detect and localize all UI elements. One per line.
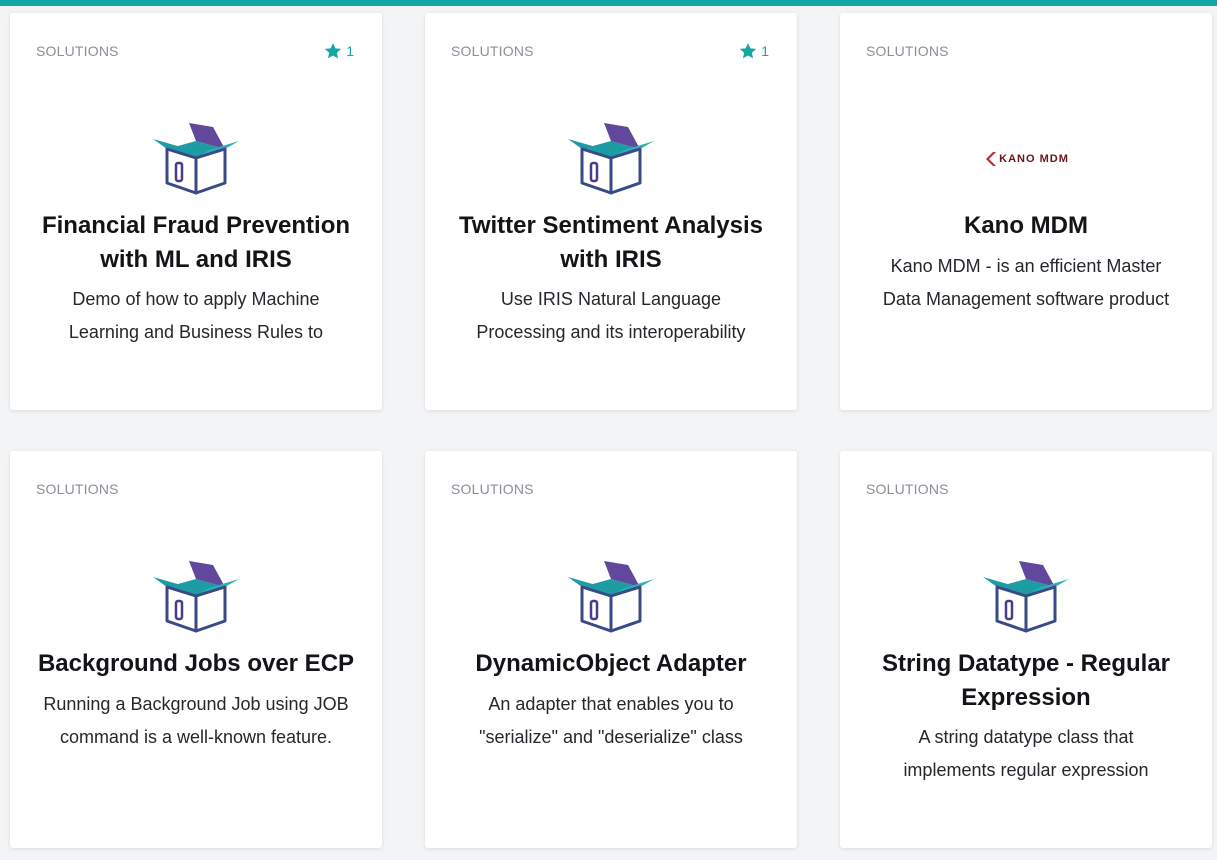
package-card[interactable]: SOLUTIONS DynamicObject Adapter An adapt…	[425, 451, 797, 848]
package-logo: KANO MDM	[840, 121, 1212, 197]
star-rating[interactable]: 1	[738, 41, 769, 61]
package-logo	[10, 121, 382, 197]
kano-mdm-logo: KANO MDM	[983, 151, 1069, 167]
category-label: SOLUTIONS	[36, 481, 119, 497]
package-box-icon	[153, 123, 239, 195]
star-icon	[325, 43, 342, 59]
category-label: SOLUTIONS	[866, 481, 949, 497]
package-logo	[840, 559, 1212, 635]
package-logo	[425, 559, 797, 635]
package-box-icon	[568, 561, 654, 633]
package-box-icon	[153, 561, 239, 633]
package-box-icon	[983, 561, 1069, 633]
package-card[interactable]: SOLUTIONS 1 Financial Fraud Prevention w…	[10, 13, 382, 410]
package-description: Kano MDM - is an efficient Master Data M…	[882, 256, 1170, 309]
package-title[interactable]: Financial Fraud Prevention with ML and I…	[28, 209, 364, 277]
package-title[interactable]: Twitter Sentiment Analysis with IRIS	[443, 209, 779, 277]
package-card[interactable]: SOLUTIONS KANO MDM Kano MDM Kano MDM - i…	[840, 13, 1212, 410]
package-box-icon	[568, 123, 654, 195]
package-description: A string datatype class that implements …	[903, 727, 1149, 780]
package-title[interactable]: DynamicObject Adapter	[443, 647, 779, 681]
star-rating[interactable]: 1	[323, 41, 354, 61]
package-description: An adapter that enables you to "serializ…	[479, 694, 743, 747]
package-grid: SOLUTIONS 1 Financial Fraud Prevention w…	[0, 0, 1217, 860]
package-card[interactable]: SOLUTIONS 1 Twitter Sentiment Analysis w…	[425, 13, 797, 410]
package-logo	[10, 559, 382, 635]
package-card[interactable]: SOLUTIONS Background Jobs over ECP Runni…	[10, 451, 382, 848]
category-label: SOLUTIONS	[866, 43, 949, 59]
star-icon	[740, 43, 757, 59]
package-title[interactable]: Kano MDM	[858, 209, 1194, 243]
package-description: Use IRIS Natural Language Processing and…	[476, 289, 746, 342]
package-title[interactable]: String Datatype - Regular Expression	[858, 647, 1194, 715]
package-description: Running a Background Job using JOB comma…	[43, 694, 349, 747]
star-count: 1	[761, 43, 769, 59]
category-label: SOLUTIONS	[451, 43, 534, 59]
package-card[interactable]: SOLUTIONS String Datatype - Regular Expr…	[840, 451, 1212, 848]
package-title[interactable]: Background Jobs over ECP	[28, 647, 364, 681]
category-label: SOLUTIONS	[451, 481, 534, 497]
package-logo	[425, 121, 797, 197]
star-count: 1	[346, 43, 354, 59]
kano-chevron-icon	[986, 152, 997, 166]
package-description: Demo of how to apply Machine Learning an…	[68, 289, 324, 342]
category-label: SOLUTIONS	[36, 43, 119, 59]
